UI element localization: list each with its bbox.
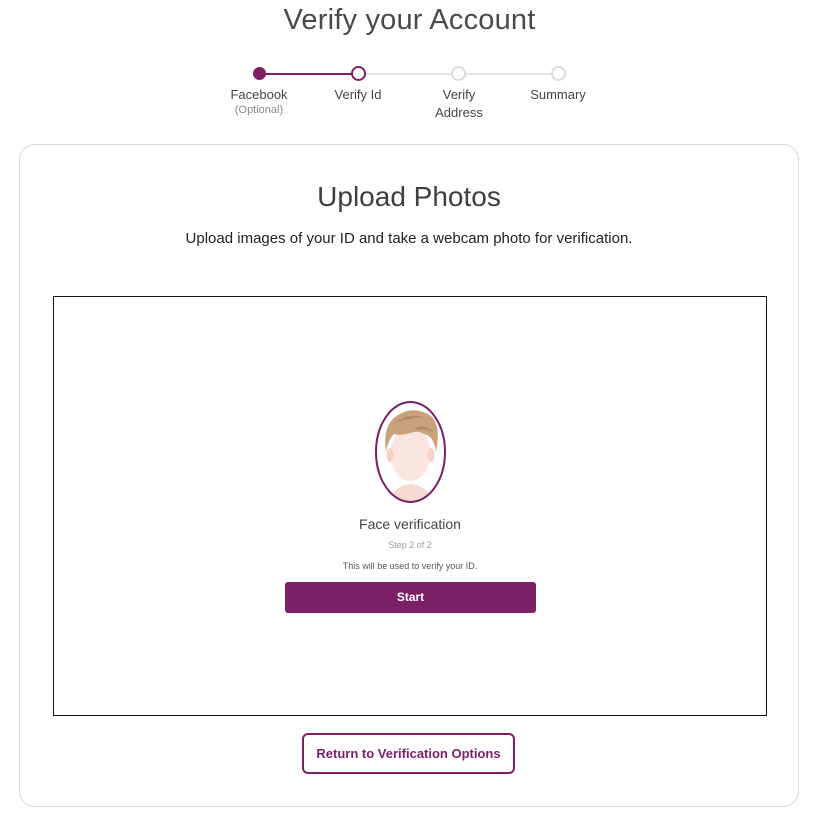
- face-verification-title: Face verification: [359, 516, 461, 532]
- step-dot-summary: [551, 66, 566, 81]
- step-facebook-sublabel: (Optional): [234, 104, 284, 116]
- return-to-verification-options-button[interactable]: Return to Verification Options: [302, 733, 515, 774]
- upload-photos-card: Upload Photos Upload images of your ID a…: [19, 144, 799, 807]
- step-verify-id: Verify Id: [308, 86, 408, 104]
- face-capture-panel: Face verification Step 2 of 2 This will …: [53, 296, 767, 716]
- step-facebook: Facebook (Optional): [209, 86, 309, 117]
- step-verify-address-label: Verify: [442, 87, 476, 102]
- face-verification-step: Step 2 of 2: [388, 540, 432, 550]
- face-verification-note: This will be used to verify your ID.: [342, 561, 478, 571]
- step-verify-address-label-line2: Address: [435, 105, 483, 120]
- step-facebook-label: Facebook: [230, 87, 288, 102]
- face-avatar-icon: [375, 401, 446, 503]
- step-verify-address: Verify Address: [409, 86, 509, 122]
- step-dot-facebook: [253, 67, 266, 80]
- step-connector-complete: [259, 73, 359, 75]
- step-summary: Summary: [508, 86, 608, 104]
- upload-title: Upload Photos: [317, 181, 501, 212]
- step-summary-label: Summary: [530, 87, 586, 102]
- step-dot-verify-id: [351, 66, 366, 81]
- step-verify-id-label: Verify Id: [334, 87, 382, 102]
- start-button[interactable]: Start: [285, 582, 536, 613]
- upload-subtitle: Upload images of your ID and take a webc…: [185, 230, 633, 247]
- step-dot-verify-address: [451, 66, 466, 81]
- progress-stepper: Facebook (Optional) Verify Id Verify Add…: [0, 0, 819, 130]
